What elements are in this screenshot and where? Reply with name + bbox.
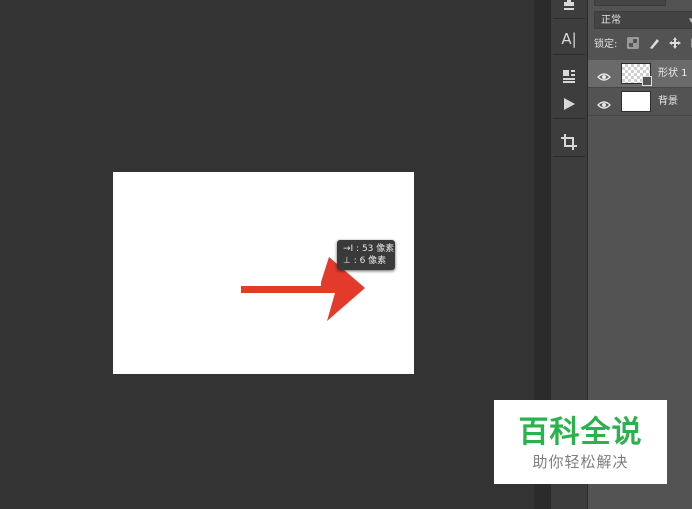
visibility-eye-icon[interactable]	[597, 96, 611, 109]
lock-label: 锁定:	[594, 39, 618, 50]
tooltip-horizontal-distance: →I : 53 像素	[343, 244, 395, 254]
paragraph-icon[interactable]	[553, 60, 585, 90]
lock-image-pixels-icon[interactable]	[648, 37, 660, 49]
crop-icon[interactable]	[553, 126, 585, 157]
watermark-subtitle: 助你轻松解决	[532, 453, 629, 471]
document-canvas[interactable]: →I : 53 像素 ⊥ : 6 像素	[113, 172, 414, 374]
layer-row-background[interactable]: 背景	[588, 88, 692, 116]
tooltip-vertical-distance: ⊥ : 6 像素	[343, 256, 387, 266]
lock-transparent-pixels-icon[interactable]	[627, 37, 639, 49]
layer-thumbnail	[621, 91, 651, 112]
panel-top-field[interactable]	[594, 0, 666, 6]
lock-row: 锁定:	[594, 36, 692, 54]
watermark-title: 百科全说	[518, 415, 643, 450]
move-distance-tooltip: →I : 53 像素 ⊥ : 6 像素	[337, 240, 395, 270]
layer-name[interactable]: 形状 1	[658, 60, 688, 88]
stamp-icon[interactable]	[553, 0, 585, 19]
layer-row-shape-1[interactable]: 形状 1	[588, 60, 692, 88]
shape-layer-badge-icon	[642, 76, 652, 86]
visibility-eye-icon[interactable]	[597, 68, 611, 81]
play-icon[interactable]	[553, 88, 585, 119]
document-workspace[interactable]: →I : 53 像素 ⊥ : 6 像素	[0, 0, 534, 509]
character-icon[interactable]: A|	[553, 24, 585, 55]
blend-mode-select[interactable]: 正常 ▾	[594, 11, 692, 29]
blend-mode-value: 正常	[601, 15, 621, 26]
lock-position-icon[interactable]	[668, 37, 681, 49]
watermark-badge: 百科全说 助你轻松解决	[494, 400, 667, 484]
layer-name[interactable]: 背景	[658, 88, 678, 116]
